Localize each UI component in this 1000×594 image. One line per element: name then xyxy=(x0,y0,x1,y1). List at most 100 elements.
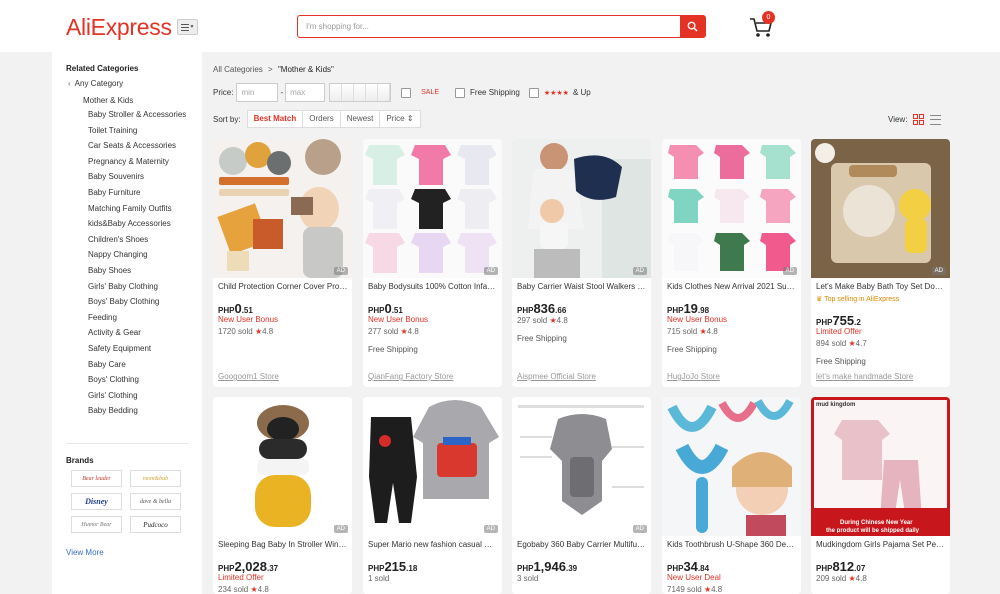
any-category-link[interactable]: ‹ Any Category xyxy=(68,79,123,88)
product-shipping: Free Shipping xyxy=(368,345,418,354)
brand-logo-dave-bella[interactable]: dave & bella xyxy=(130,493,181,510)
search-icon xyxy=(687,21,698,32)
free-shipping-checkbox[interactable] xyxy=(455,87,466,98)
price-range-histogram[interactable] xyxy=(329,83,392,102)
sale-checkbox[interactable] xyxy=(401,87,412,98)
sidebar-item-girls-baby-clothing[interactable]: Girls' Baby Clothing xyxy=(88,282,193,292)
star-icon: ★ xyxy=(400,327,408,336)
product-title[interactable]: Kids Toothbrush U-Shape 360 Deg… xyxy=(667,540,797,549)
sidebar-item-boys-baby-clothing[interactable]: Boys' Baby Clothing xyxy=(88,297,193,307)
product-image-baby-bodysuits[interactable]: AD xyxy=(363,139,502,278)
subcategory-list: Baby Stroller & Accessories Toilet Train… xyxy=(88,110,193,422)
list-view-icon[interactable] xyxy=(930,114,942,125)
product-card[interactable]: mud kingdom During Chinese New Year the … xyxy=(811,397,950,594)
product-title[interactable]: Child Protection Corner Cover Prot… xyxy=(218,282,348,291)
sidebar-item-boys-clothing[interactable]: Boys' Clothing xyxy=(88,375,193,385)
brand-logo-grid: Bear leader mom&bab Disney dave & bella … xyxy=(71,470,183,533)
breadcrumb-all-categories[interactable]: All Categories xyxy=(213,65,263,74)
sort-options: Best Match Orders Newest Price ⇕ xyxy=(246,110,421,128)
view-more-brands-link[interactable]: View More xyxy=(66,548,104,557)
sort-best-match[interactable]: Best Match xyxy=(248,111,304,127)
brand-logo-humor-bear[interactable]: Humor Bear xyxy=(71,516,122,533)
crown-icon: ♛ xyxy=(816,296,823,303)
sidebar-item-nappy-changing[interactable]: Nappy Changing xyxy=(88,250,193,260)
sidebar-item-kids-accessories[interactable]: kids&Baby Accessories xyxy=(88,219,193,229)
ad-badge: AD xyxy=(483,267,498,275)
product-card[interactable]: Kids Toothbrush U-Shape 360 Deg… PHP34.8… xyxy=(662,397,801,594)
sort-price[interactable]: Price ⇕ xyxy=(380,111,419,127)
brand-logo-mom-bab[interactable]: mom&bab xyxy=(130,470,181,487)
product-card[interactable]: AD Super Mario new fashion casual m… PHP… xyxy=(363,397,502,594)
product-image-corner-protector[interactable]: AD xyxy=(213,139,352,278)
sidebar-item-safety-equipment[interactable]: Safety Equipment xyxy=(88,344,193,354)
sidebar-item-baby-shoes[interactable]: Baby Shoes xyxy=(88,266,193,276)
product-promo: Limited Offer xyxy=(816,327,862,336)
product-title[interactable]: Super Mario new fashion casual m… xyxy=(368,540,498,549)
product-sold-rating: 297 sold ★4.8 xyxy=(517,316,568,325)
product-title[interactable]: Mudkingdom Girls Pajama Set Pet… xyxy=(816,540,946,549)
price-label: Price: xyxy=(213,88,234,97)
aliexpress-logo[interactable]: AliExpress xyxy=(66,14,172,41)
sidebar-item-pregnancy[interactable]: Pregnancy & Maternity xyxy=(88,157,193,167)
sort-label: Sort by: xyxy=(213,114,241,124)
brand-logo-disney[interactable]: Disney xyxy=(71,493,122,510)
sidebar-item-baby-care[interactable]: Baby Care xyxy=(88,360,193,370)
product-title[interactable]: Let's Make Baby Bath Toy Set Dou… xyxy=(816,282,946,291)
sidebar-item-baby-stroller[interactable]: Baby Stroller & Accessories xyxy=(88,110,193,120)
ad-badge: AD xyxy=(931,267,946,275)
search-input[interactable] xyxy=(306,20,676,33)
star-icon: ★ xyxy=(699,327,707,336)
product-image-egobaby-carrier[interactable]: AD xyxy=(512,397,651,536)
product-card[interactable]: AD Kids Clothes New Arrival 2021 Sum… PH… xyxy=(662,139,801,387)
price-max-input[interactable] xyxy=(285,83,326,102)
category-menu-button[interactable]: ▼ xyxy=(177,19,198,35)
product-store-link[interactable]: Googoom1 Store xyxy=(218,372,279,381)
breadcrumb-current: "Mother & Kids" xyxy=(277,65,334,74)
product-card[interactable]: AD Let's Make Baby Bath Toy Set Dou… ♛ T… xyxy=(811,139,950,387)
product-image-sleeping-bag[interactable]: AD xyxy=(213,397,352,536)
product-card[interactable]: AD Egobaby 360 Baby Carrier Multifun… PH… xyxy=(512,397,651,594)
product-card[interactable]: AD Baby Bodysuits 100% Cotton Infan… PHP… xyxy=(363,139,502,387)
product-card[interactable]: AD Baby Carrier Waist Stool Walkers B… P… xyxy=(512,139,651,387)
sidebar-item-girls-clothing[interactable]: Girls' Clothing xyxy=(88,391,193,401)
brand-logo-bear-leader[interactable]: Bear leader xyxy=(71,470,122,487)
sidebar-item-feeding[interactable]: Feeding xyxy=(88,313,193,323)
sidebar-item-baby-souvenirs[interactable]: Baby Souvenirs xyxy=(88,172,193,182)
ad-badge: AD xyxy=(333,267,348,275)
product-card[interactable]: AD Child Protection Corner Cover Prot… P… xyxy=(213,139,352,387)
product-image-kids-clothes[interactable]: AD xyxy=(662,139,801,278)
brand-logo-pudcoco[interactable]: Pudcoco xyxy=(130,516,181,533)
product-store-link[interactable]: Aispmee Official Store xyxy=(517,372,596,381)
caret-down-icon: ▼ xyxy=(189,24,195,30)
sidebar-item-baby-bedding[interactable]: Baby Bedding xyxy=(88,406,193,416)
sidebar-item-toilet-training[interactable]: Toilet Training xyxy=(88,126,193,136)
sidebar-item-matching-outfits[interactable]: Matching Family Outfits xyxy=(88,204,193,214)
sidebar-item-car-seats[interactable]: Car Seats & Accessories xyxy=(88,141,193,151)
product-title[interactable]: Egobaby 360 Baby Carrier Multifun… xyxy=(517,540,647,549)
product-title[interactable]: Baby Bodysuits 100% Cotton Infan… xyxy=(368,282,498,291)
product-image-kids-toothbrush[interactable] xyxy=(662,397,801,536)
product-title[interactable]: Kids Clothes New Arrival 2021 Sum… xyxy=(667,282,797,291)
product-image-girls-pajama[interactable]: mud kingdom During Chinese New Year the … xyxy=(811,397,950,536)
sort-orders[interactable]: Orders xyxy=(303,111,341,127)
search-button[interactable] xyxy=(680,16,705,37)
grid-view-icon[interactable] xyxy=(913,114,925,125)
sidebar-item-childrens-shoes[interactable]: Children's Shoes xyxy=(88,235,193,245)
product-card[interactable]: AD Sleeping Bag Baby In Stroller Wint… P… xyxy=(213,397,352,594)
product-price: PHP34.84 xyxy=(667,559,710,574)
product-store-link[interactable]: QianFang Factory Store xyxy=(368,372,453,381)
product-store-link[interactable]: HugJoJo Store xyxy=(667,372,720,381)
product-image-mario-hoodie[interactable]: AD xyxy=(363,397,502,536)
sidebar-item-activity-gear[interactable]: Activity & Gear xyxy=(88,328,193,338)
product-title[interactable]: Baby Carrier Waist Stool Walkers B… xyxy=(517,282,647,291)
rating-checkbox[interactable] xyxy=(528,87,539,98)
view-label: View: xyxy=(888,115,908,124)
product-title[interactable]: Sleeping Bag Baby In Stroller Wint… xyxy=(218,540,348,549)
sort-newest[interactable]: Newest xyxy=(341,111,381,127)
product-store-link[interactable]: let's make handmade Store xyxy=(816,372,913,381)
product-sold-rating: 715 sold ★4.8 xyxy=(667,327,718,336)
product-image-baby-carrier-stool[interactable]: AD xyxy=(512,139,651,278)
product-image-bath-toy-set[interactable]: AD xyxy=(811,139,950,278)
sidebar-item-baby-furniture[interactable]: Baby Furniture xyxy=(88,188,193,198)
price-min-input[interactable] xyxy=(236,83,279,102)
